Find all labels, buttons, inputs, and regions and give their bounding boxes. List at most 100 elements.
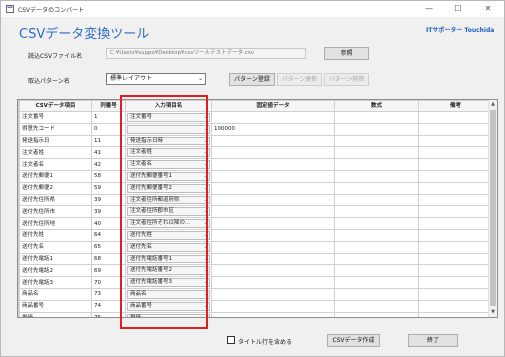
csv-item-cell[interactable]: 注文者姓 <box>19 146 92 160</box>
csv-item-cell[interactable]: 得意先コード <box>19 122 92 136</box>
table-row[interactable]: 注文者名 42 注文者名 ⌄ <box>18 158 493 171</box>
fixed-value-cell[interactable] <box>211 169 335 183</box>
formula-cell[interactable] <box>334 122 419 136</box>
pattern-register-button[interactable]: パターン登録 <box>229 73 275 86</box>
table-row[interactable]: 単価 76 単価 ⌄ <box>18 311 493 317</box>
table-row[interactable]: 送付先名 65 送付先名 ⌄ <box>18 240 493 254</box>
note-cell[interactable] <box>418 122 493 136</box>
table-row[interactable]: 送付先住所県 39 注文者住所都道府県 ⌄ <box>18 193 493 207</box>
csv-item-cell[interactable]: 商品名 <box>19 287 92 301</box>
table-row[interactable]: 商品名 73 商品名 ⌄ <box>18 287 493 301</box>
note-cell[interactable] <box>418 193 493 207</box>
csv-item-cell[interactable]: 注文番号 <box>19 111 92 124</box>
fixed-value-cell[interactable] <box>211 287 335 301</box>
fixed-value-cell[interactable] <box>211 146 335 160</box>
formula-cell[interactable] <box>334 217 419 230</box>
table-row[interactable]: 送付先郵便2 59 送付先郵便番号2 ⌄ <box>18 181 493 195</box>
formula-cell[interactable] <box>334 276 419 289</box>
formula-cell[interactable] <box>334 111 419 124</box>
scroll-up-icon[interactable]: ▲ <box>489 100 497 109</box>
csv-item-cell[interactable]: 送付先郵便2 <box>19 181 92 195</box>
table-row[interactable]: 注文番号 1 注文番号 ⌄ <box>18 111 493 124</box>
table-row[interactable]: 送付先住所地 40 注文者住所それ以降の… ⌄ <box>18 217 493 230</box>
fixed-value-cell[interactable] <box>211 311 335 317</box>
formula-cell[interactable] <box>334 158 419 171</box>
file-path-field[interactable]: C:¥Users¥suppo¥Desktop¥csvツールテストデータ.csv <box>106 48 306 59</box>
table-row[interactable]: 商品番号 74 商品番号 ⌄ <box>18 299 493 313</box>
note-cell[interactable] <box>418 181 493 195</box>
table-row[interactable]: 得意先コード 0 ⌄ 100000 <box>18 122 493 136</box>
fixed-value-cell[interactable] <box>211 205 335 219</box>
formula-cell[interactable] <box>334 169 419 183</box>
fixed-value-cell[interactable] <box>211 276 335 289</box>
browse-button[interactable]: 参照 <box>324 47 369 60</box>
formula-cell[interactable] <box>334 181 419 195</box>
note-cell[interactable] <box>418 205 493 219</box>
fixed-value-cell[interactable] <box>211 181 335 195</box>
fixed-value-cell[interactable] <box>211 228 335 242</box>
table-row[interactable]: 送付先郵便1 58 送付先郵便番号1 ⌄ <box>18 169 493 183</box>
table-row[interactable]: 注文者姓 41 注文者姓 ⌄ <box>18 146 493 160</box>
table-row[interactable]: 発送指示日 11 発送指示日時 ⌄ <box>18 134 493 148</box>
fixed-value-cell[interactable] <box>211 217 335 230</box>
pattern-update-button[interactable]: パターン更新 <box>277 73 322 86</box>
pattern-delete-button[interactable]: パターン削除 <box>324 73 369 86</box>
formula-cell[interactable] <box>334 146 419 160</box>
formula-cell[interactable] <box>334 287 419 301</box>
fixed-value-cell[interactable] <box>211 134 335 148</box>
note-cell[interactable] <box>418 169 493 183</box>
note-cell[interactable] <box>418 228 493 242</box>
pattern-select[interactable]: 標準レイアウト ⌄ <box>106 73 206 85</box>
minimize-button[interactable]: — <box>418 3 440 15</box>
table-row[interactable]: 送付先姓 64 送付先姓 ⌄ <box>18 228 493 242</box>
table-row[interactable]: 送付先住所市 39 注文者住所郡市区 ⌄ <box>18 205 493 219</box>
formula-cell[interactable] <box>334 134 419 148</box>
csv-item-cell[interactable]: 商品番号 <box>19 299 92 313</box>
note-cell[interactable] <box>418 252 493 266</box>
csv-item-cell[interactable]: 単価 <box>19 311 92 317</box>
fixed-value-cell[interactable] <box>211 252 335 266</box>
column-header-note[interactable]: 備考 <box>418 100 493 112</box>
vertical-scrollbar[interactable]: ▲ ▼ <box>488 100 497 317</box>
table-row[interactable]: 送付先電話2 69 送付先電話番号2 ⌄ <box>18 264 493 278</box>
csv-item-cell[interactable]: 送付先住所地 <box>19 217 92 230</box>
column-header-fixed-value[interactable]: 固定値データ <box>211 100 335 112</box>
fixed-value-cell[interactable]: 100000 <box>211 122 335 136</box>
formula-cell[interactable] <box>334 264 419 278</box>
note-cell[interactable] <box>418 158 493 171</box>
maximize-button[interactable]: ☐ <box>447 3 469 15</box>
fixed-value-cell[interactable] <box>211 193 335 207</box>
formula-cell[interactable] <box>334 228 419 242</box>
csv-item-cell[interactable]: 送付先住所県 <box>19 193 92 207</box>
note-cell[interactable] <box>418 240 493 254</box>
fixed-value-cell[interactable] <box>211 158 335 171</box>
note-cell[interactable] <box>418 299 493 313</box>
note-cell[interactable] <box>418 264 493 278</box>
note-cell[interactable] <box>418 287 493 301</box>
formula-cell[interactable] <box>334 193 419 207</box>
csv-item-cell[interactable]: 送付先電話2 <box>19 264 92 278</box>
create-csv-button[interactable]: CSVデータ作成 <box>327 334 380 347</box>
exit-button[interactable]: 終了 <box>408 334 458 347</box>
formula-cell[interactable] <box>334 252 419 266</box>
note-cell[interactable] <box>418 111 493 124</box>
note-cell[interactable] <box>418 276 493 289</box>
fixed-value-cell[interactable] <box>211 264 335 278</box>
csv-item-cell[interactable]: 送付先郵便1 <box>19 169 92 183</box>
csv-item-cell[interactable]: 送付先姓 <box>19 228 92 242</box>
csv-item-cell[interactable]: 送付先住所市 <box>19 205 92 219</box>
column-header-formula[interactable]: 数式 <box>334 100 419 112</box>
csv-item-cell[interactable]: 送付先電話1 <box>19 252 92 266</box>
fixed-value-cell[interactable] <box>211 111 335 124</box>
formula-cell[interactable] <box>334 240 419 254</box>
formula-cell[interactable] <box>334 299 419 313</box>
note-cell[interactable] <box>418 217 493 230</box>
csv-item-cell[interactable]: 注文者名 <box>19 158 92 171</box>
note-cell[interactable] <box>418 311 493 317</box>
table-row[interactable]: 送付先電話1 68 送付先電話番号1 ⌄ <box>18 252 493 266</box>
close-button[interactable]: ✕ <box>477 3 499 15</box>
scrollbar-thumb[interactable] <box>490 110 496 306</box>
mapping-grid[interactable]: CSVデータ項目 列番号 入力項目名 固定値データ 数式 備考 注文番号 1 注文番… <box>17 99 498 318</box>
title-row-checkbox[interactable] <box>227 336 235 344</box>
csv-item-cell[interactable]: 送付先電話3 <box>19 276 92 289</box>
